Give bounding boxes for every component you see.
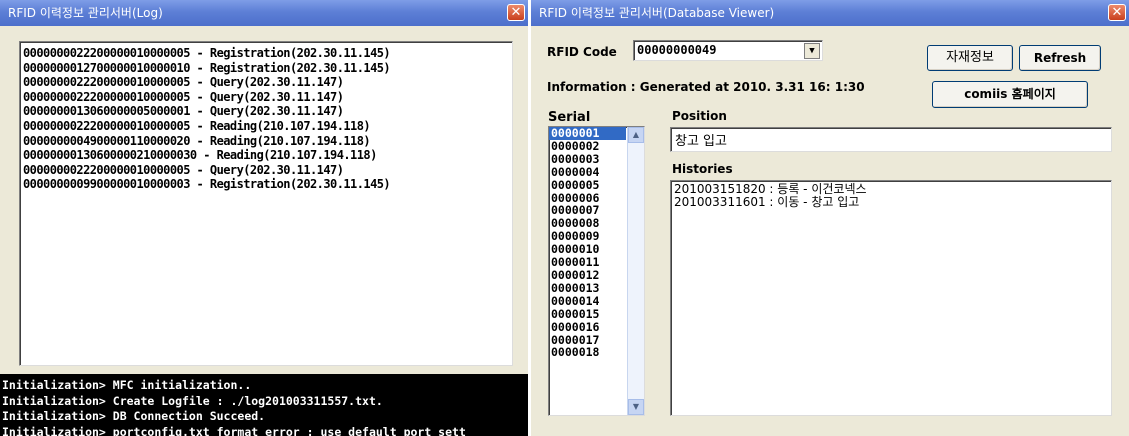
log-entry[interactable]: 0000000009900000010000003 - Registration… [23, 177, 512, 192]
serial-list-item[interactable]: 0000013 [549, 281, 626, 295]
chevron-down-icon[interactable]: ▼ [628, 399, 644, 415]
db-window-titlebar[interactable]: RFID 이력정보 관리서버(Database Viewer) ✕ [531, 0, 1129, 26]
histories-label: Histories [672, 162, 733, 176]
homepage-button[interactable]: comiis 홈페이지 [932, 81, 1088, 108]
histories-list[interactable]: 201003151820 : 등록 - 이건코넥스 201003311601 : … [670, 180, 1112, 416]
history-entry[interactable]: 201003151820 : 등록 - 이건코넥스 [674, 183, 1111, 196]
serial-list-item[interactable]: 0000004 [549, 165, 626, 179]
log-entry[interactable]: 00000000130600000210000030 - Reading(210… [23, 148, 512, 163]
serial-list-item[interactable]: 0000003 [549, 152, 626, 166]
log-window-close-button[interactable]: ✕ [507, 4, 525, 21]
log-entry[interactable]: 0000000022200000010000005 - Query(202.30… [23, 163, 512, 178]
serial-list-item[interactable]: 0000015 [549, 307, 626, 321]
database-viewer-window: RFID 이력정보 관리서버(Database Viewer) ✕ RFID C… [531, 0, 1129, 436]
console-line: Initialization> MFC initialization.. [2, 378, 252, 392]
serial-list-item[interactable]: 0000012 [549, 269, 626, 282]
position-label: Position [672, 109, 727, 123]
db-window-close-button[interactable]: ✕ [1108, 4, 1126, 21]
serial-list-item[interactable]: 0000001 [549, 127, 626, 140]
serial-list-item[interactable]: 0000018 [549, 346, 626, 359]
log-entry[interactable]: 0000000022200000010000005 - Query(202.30… [23, 90, 512, 105]
log-entry[interactable]: 0000000022200000010000005 - Registration… [23, 46, 512, 61]
console-output: Initialization> MFC initialization.. Init… [0, 374, 528, 436]
close-icon: ✕ [1111, 5, 1123, 20]
position-field[interactable]: 창고 입고 [670, 127, 1112, 152]
history-entry[interactable]: 201003311601 : 이동 - 창고 입고 [674, 195, 1111, 209]
console-line: Initialization> portconfig.txt format er… [2, 424, 466, 436]
log-entry[interactable]: 0000000012700000010000010 - Registration… [23, 61, 512, 76]
rfid-code-label: RFID Code [547, 45, 617, 59]
rfid-code-value: 00000000049 [637, 43, 717, 57]
serial-list-item[interactable]: 0000014 [549, 294, 626, 308]
serial-list-item[interactable]: 0000005 [549, 178, 626, 192]
serial-list[interactable]: 0000001 0000002 0000003 0000004 0000005 00000… [548, 126, 645, 416]
log-entry[interactable]: 0000000013060000005000001 - Query(202.30… [23, 104, 512, 119]
serial-list-item[interactable]: 0000002 [549, 140, 626, 153]
chevron-down-icon[interactable]: ▼ [804, 43, 820, 59]
db-window-title: RFID 이력정보 관리서버(Database Viewer) [539, 6, 775, 20]
log-entry[interactable]: 0000000022200000010000005 - Query(202.30… [23, 75, 512, 90]
close-icon: ✕ [510, 5, 522, 20]
log-window: RFID 이력정보 관리서버(Log) ✕ 000000002220000001… [0, 0, 528, 436]
information-text: Information : Generated at 2010. 3.31 16… [547, 80, 865, 94]
log-window-title: RFID 이력정보 관리서버(Log) [8, 6, 163, 20]
log-window-titlebar[interactable]: RFID 이력정보 관리서버(Log) ✕ [0, 0, 528, 26]
serial-list-item[interactable]: 0000016 [549, 320, 626, 334]
console-line: Initialization> Create Logfile : ./log20… [2, 393, 383, 408]
refresh-button[interactable]: Refresh [1019, 45, 1101, 71]
log-entry[interactable]: 0000000004900000110000020 - Reading(210.… [23, 134, 512, 149]
serial-list-scrollbar[interactable]: ▲ ▼ [627, 127, 644, 415]
rfid-code-combobox[interactable]: 00000000049 ▼ [633, 40, 823, 61]
log-entry[interactable]: 0000000022200000010000005 - Reading(210.… [23, 119, 512, 134]
serial-label: Serial [548, 110, 591, 125]
console-line: Initialization> DB Connection Succeed. [2, 409, 266, 423]
chevron-up-icon[interactable]: ▲ [628, 127, 644, 143]
log-list[interactable]: 0000000022200000010000005 - Registration… [19, 41, 513, 366]
material-info-button[interactable]: 자재정보 [927, 45, 1013, 71]
